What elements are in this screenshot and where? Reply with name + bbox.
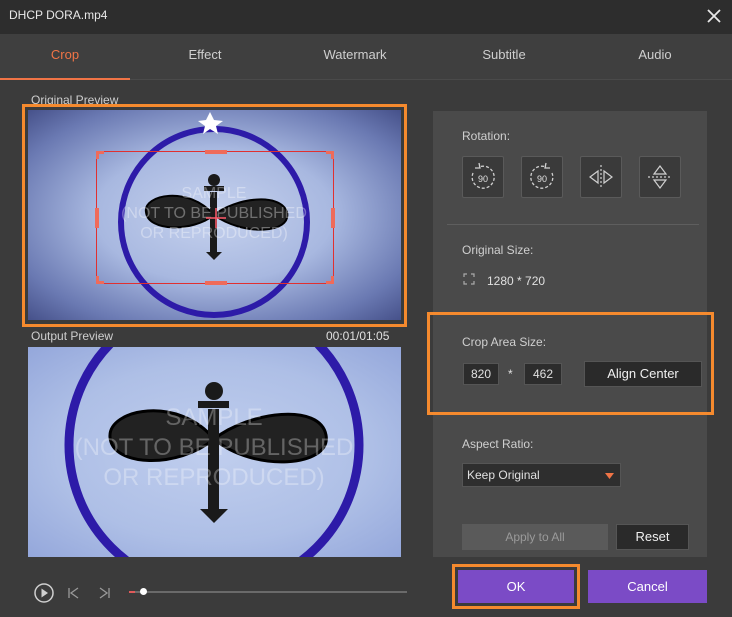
- output-preview: SAMPLE (NOT TO BE PUBLISHED OR REPRODUCE…: [28, 347, 401, 557]
- play-icon[interactable]: [33, 582, 55, 604]
- original-size-label: Original Size:: [462, 243, 534, 257]
- timeline-progress: [129, 591, 135, 593]
- ok-button-highlight: [452, 564, 580, 609]
- panel-divider: [447, 224, 699, 225]
- rotate-right-icon: 90: [530, 162, 554, 189]
- flip-horizontal-icon: [589, 165, 613, 189]
- flip-horizontal-button[interactable]: [580, 156, 622, 198]
- tab-bar: Crop Effect Watermark Subtitle Audio: [0, 34, 732, 80]
- expand-icon: [463, 273, 475, 285]
- next-frame-icon[interactable]: [97, 587, 111, 599]
- original-size-value: 1280 * 720: [487, 274, 546, 288]
- rotate-left-icon: 90: [471, 162, 495, 189]
- tab-effect[interactable]: Effect: [140, 34, 270, 80]
- flip-vertical-button[interactable]: [639, 156, 681, 198]
- crop-area-highlight: [427, 312, 714, 415]
- apply-to-all-button[interactable]: Apply to All: [462, 524, 608, 550]
- output-preview-image: SAMPLE (NOT TO BE PUBLISHED OR REPRODUCE…: [64, 347, 364, 557]
- rotate-right-button[interactable]: 90: [521, 156, 563, 198]
- svg-text:90: 90: [478, 174, 488, 184]
- flip-vertical-icon: [648, 165, 672, 189]
- rotation-label: Rotation:: [462, 129, 511, 143]
- output-preview-label: Output Preview: [31, 329, 114, 343]
- close-icon[interactable]: [704, 6, 724, 26]
- tab-subtitle[interactable]: Subtitle: [439, 34, 569, 80]
- tab-watermark[interactable]: Watermark: [290, 34, 420, 80]
- aspect-ratio-label: Aspect Ratio:: [462, 437, 534, 451]
- original-preview-highlight: [22, 104, 407, 327]
- tab-crop[interactable]: Crop: [0, 34, 130, 80]
- aspect-ratio-selected: Keep Original: [467, 468, 540, 482]
- svg-text:90: 90: [537, 174, 547, 184]
- rotate-left-button[interactable]: 90: [462, 156, 504, 198]
- title-bar: DHCP DORA.mp4: [0, 0, 732, 34]
- output-watermark-line-3: OR REPRODUCED): [103, 464, 324, 491]
- previous-frame-icon[interactable]: [67, 587, 81, 599]
- aspect-ratio-select[interactable]: Keep Original: [462, 463, 621, 487]
- output-watermark-line-2: (NOT TO BE PUBLISHED: [75, 434, 354, 461]
- reset-button[interactable]: Reset: [616, 524, 689, 550]
- output-watermark-line-1: SAMPLE: [165, 404, 262, 431]
- timeline-track[interactable]: [129, 588, 407, 595]
- timeline-handle[interactable]: [139, 588, 147, 595]
- cancel-button[interactable]: Cancel: [588, 570, 707, 603]
- window-title: DHCP DORA.mp4: [9, 8, 108, 22]
- tab-audio[interactable]: Audio: [590, 34, 720, 80]
- timecode: 00:01/01:05: [326, 329, 390, 343]
- dropdown-arrow-icon: [605, 473, 614, 479]
